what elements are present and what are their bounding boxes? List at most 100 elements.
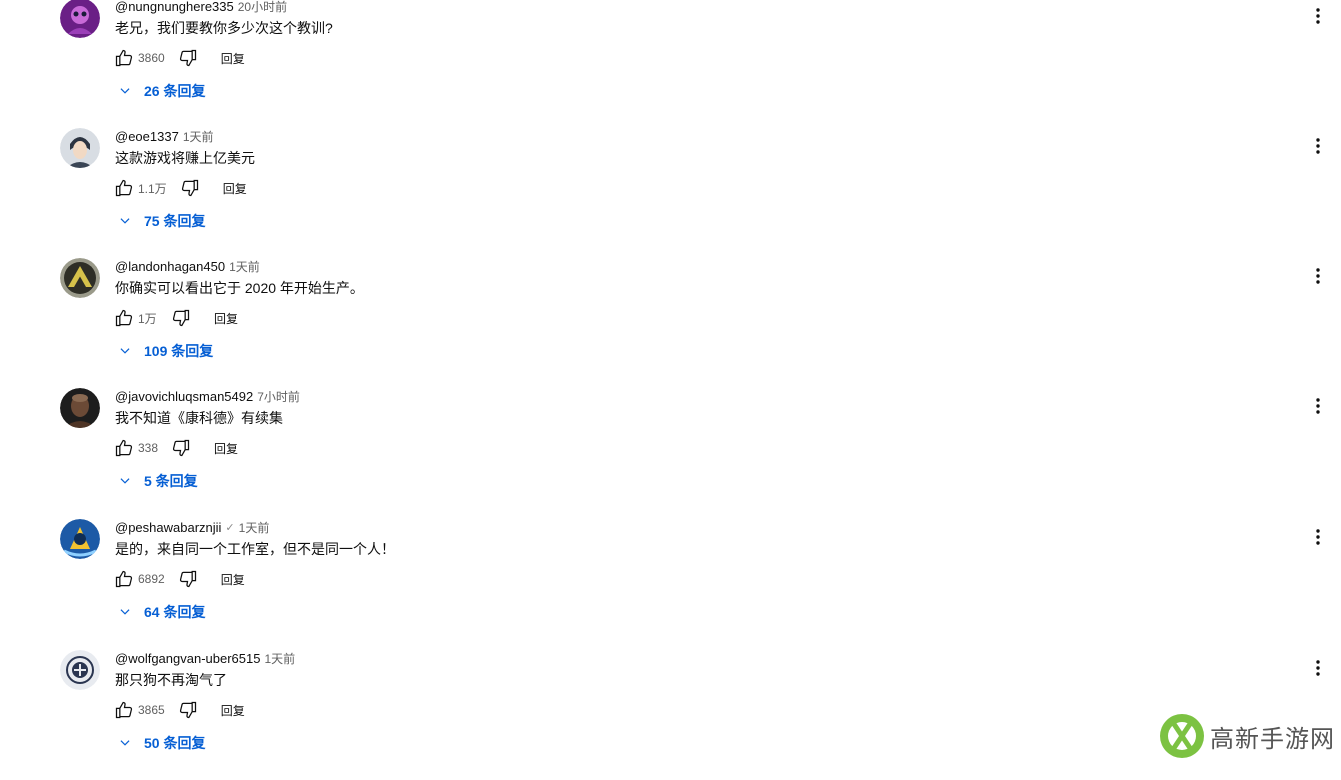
- comment-time[interactable]: 20小时前: [238, 0, 287, 15]
- reply-button[interactable]: 回复: [214, 310, 238, 327]
- replies-toggle[interactable]: 5 条回复: [118, 470, 198, 492]
- reply-button[interactable]: 回复: [214, 440, 238, 457]
- like-button[interactable]: [113, 307, 135, 329]
- replies-count: 5 条回复: [144, 473, 198, 489]
- more-actions-button[interactable]: [1308, 656, 1328, 680]
- replies-toggle[interactable]: 75 条回复: [118, 210, 205, 232]
- comment-text: 你确实可以看出它于 2020 年开始生产。: [115, 280, 364, 296]
- reply-button[interactable]: 回复: [221, 571, 245, 588]
- like-button[interactable]: [113, 437, 135, 459]
- replies-count: 75 条回复: [144, 213, 206, 229]
- like-button[interactable]: [113, 47, 135, 69]
- comment-item: @landonhagan450 1天前 你确实可以看出它于 2020 年开始生产…: [0, 258, 1341, 388]
- author-name[interactable]: @wolfgangvan-uber6515: [115, 651, 260, 666]
- comment-actions: 338 回复: [113, 436, 238, 460]
- dislike-button[interactable]: [179, 177, 201, 199]
- like-button[interactable]: [113, 699, 135, 721]
- author-name[interactable]: @nungnunghere335: [115, 0, 234, 14]
- thumbs-down-icon: [172, 439, 190, 457]
- comment-item: @wolfgangvan-uber6515 1天前 那只狗不再淘气了 3865 …: [0, 650, 1341, 780]
- comment-actions: 3860 回复: [113, 46, 245, 70]
- thumbs-up-icon: [115, 701, 133, 719]
- comment-text: 那只狗不再淘气了: [115, 672, 227, 688]
- replies-toggle[interactable]: 50 条回复: [118, 732, 205, 754]
- thumbs-up-icon: [115, 179, 133, 197]
- replies-toggle[interactable]: 109 条回复: [118, 340, 213, 362]
- comment-time[interactable]: 7小时前: [257, 388, 300, 405]
- dislike-button[interactable]: [177, 47, 199, 69]
- comment-time[interactable]: 1天前: [229, 258, 260, 275]
- comment-text: 这款游戏将赚上亿美元: [115, 150, 255, 166]
- more-actions-button[interactable]: [1308, 4, 1328, 28]
- dislike-button[interactable]: [170, 437, 192, 459]
- comment-time[interactable]: 1天前: [264, 650, 295, 667]
- replies-toggle[interactable]: 26 条回复: [118, 80, 205, 102]
- more-vertical-icon: [1316, 138, 1320, 154]
- comment-header: @javovichluqsman5492 7小时前: [115, 388, 300, 404]
- avatar[interactable]: [60, 0, 100, 38]
- like-count: 1.1万: [138, 181, 167, 196]
- thumbs-up-icon: [115, 439, 133, 457]
- thumbs-down-icon: [179, 701, 196, 719]
- dislike-button[interactable]: [170, 307, 192, 329]
- avatar[interactable]: [60, 519, 100, 559]
- comment-header: @wolfgangvan-uber6515 1天前: [115, 650, 295, 666]
- thumbs-up-icon: [115, 570, 133, 588]
- reply-button[interactable]: 回复: [221, 50, 245, 67]
- like-count: 6892: [138, 572, 165, 586]
- verified-check-icon: ✓: [225, 521, 235, 534]
- thumbs-down-icon: [172, 309, 190, 327]
- more-vertical-icon: [1316, 268, 1320, 284]
- more-actions-button[interactable]: [1308, 134, 1328, 158]
- comment-actions: 1万 回复: [113, 306, 238, 330]
- replies-toggle[interactable]: 64 条回复: [118, 601, 205, 623]
- dislike-button[interactable]: [177, 568, 199, 590]
- more-actions-button[interactable]: [1308, 264, 1328, 288]
- replies-count: 64 条回复: [144, 604, 206, 620]
- comment-item: @peshawabarznjii ✓ 1天前 是的，来自同一个工作室，但不是同一…: [0, 519, 1341, 649]
- author-name[interactable]: @landonhagan450: [115, 259, 225, 274]
- author-name[interactable]: @peshawabarznjii: [115, 520, 221, 535]
- watermark-text: 高新手游网: [1210, 724, 1335, 753]
- thumbs-down-icon: [179, 570, 196, 588]
- dislike-button[interactable]: [177, 699, 199, 721]
- replies-count: 50 条回复: [144, 735, 206, 751]
- avatar[interactable]: [60, 258, 100, 298]
- thumbs-up-icon: [115, 49, 133, 67]
- comment-time[interactable]: 1天前: [239, 519, 270, 536]
- avatar[interactable]: [60, 128, 100, 168]
- like-count: 338: [138, 441, 159, 455]
- chevron-down-icon: [120, 88, 130, 94]
- comment-text: 我不知道《康科德》有续集: [115, 410, 283, 426]
- more-actions-button[interactable]: [1308, 394, 1328, 418]
- comment-header: @landonhagan450 1天前: [115, 258, 260, 274]
- avatar[interactable]: [60, 388, 100, 428]
- comment-item: @javovichluqsman5492 7小时前 我不知道《康科德》有续集 3…: [0, 388, 1341, 518]
- more-actions-button[interactable]: [1308, 525, 1328, 549]
- comment-time[interactable]: 1天前: [183, 128, 214, 145]
- author-name[interactable]: @eoe1337: [115, 129, 179, 144]
- like-button[interactable]: [113, 177, 135, 199]
- chevron-down-icon: [120, 348, 130, 354]
- like-count: 3860: [138, 51, 165, 65]
- comment-text: 是的，来自同一个工作室，但不是同一个人！: [115, 541, 395, 557]
- comment-actions: 1.1万 回复: [113, 176, 247, 200]
- like-count: 3865: [138, 703, 165, 717]
- chevron-down-icon: [120, 609, 130, 615]
- reply-button[interactable]: 回复: [223, 180, 247, 197]
- avatar[interactable]: [60, 650, 100, 690]
- more-vertical-icon: [1316, 8, 1320, 24]
- comment-text: 老兄，我们要教你多少次这个教训?: [115, 20, 333, 36]
- more-vertical-icon: [1316, 398, 1320, 414]
- author-name[interactable]: @javovichluqsman5492: [115, 389, 253, 404]
- replies-count: 26 条回复: [144, 83, 206, 99]
- comment-header: @peshawabarznjii ✓ 1天前: [115, 519, 269, 535]
- like-count: 1万: [138, 311, 157, 326]
- chevron-down-icon: [120, 478, 130, 484]
- more-vertical-icon: [1316, 660, 1320, 676]
- thumbs-down-icon: [179, 49, 196, 67]
- thumbs-up-icon: [115, 309, 133, 327]
- more-vertical-icon: [1316, 529, 1320, 545]
- reply-button[interactable]: 回复: [221, 702, 245, 719]
- like-button[interactable]: [113, 568, 135, 590]
